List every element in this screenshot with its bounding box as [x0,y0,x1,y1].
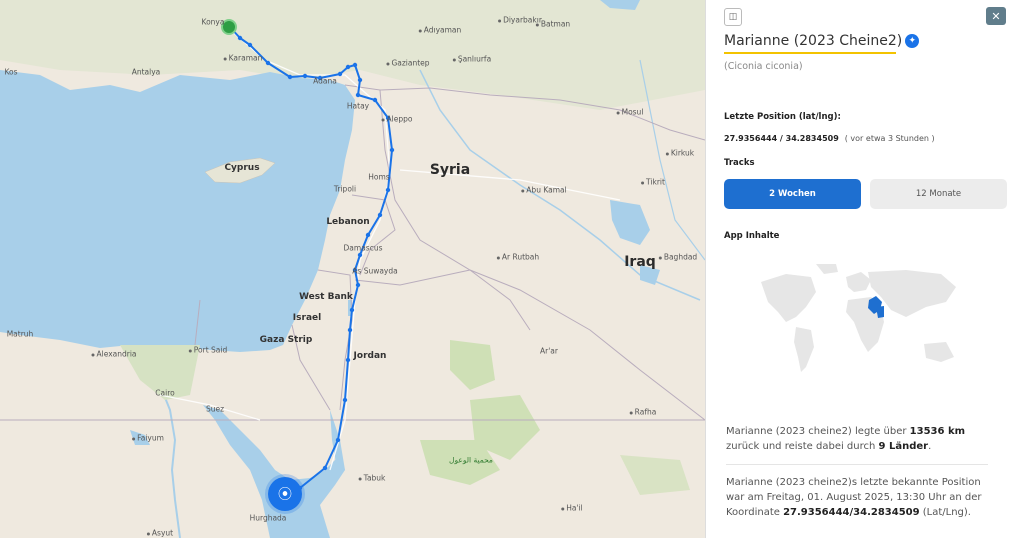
close-button[interactable]: ✕ [986,7,1006,25]
city-label: Konya [201,17,225,27]
panel-toggle-button[interactable]: ◫ [724,8,742,26]
country-label-iraq: Iraq [624,254,656,270]
country-label-lebanon: Lebanon [326,217,370,227]
city-label: Batman [536,20,570,29]
animal-title: Marianne (2023 Cheine2) ✦ [724,33,920,49]
countries-count: 9 Länder [878,441,929,452]
city-label: Matruh [6,329,34,339]
tab-2-weeks[interactable]: 2 Wochen [724,179,861,209]
summary-text: . [928,441,932,452]
last-position-value: 27.9356444 / 34.2834509 ( vor etwa 3 Stun… [724,134,935,143]
city-label: Asyut [147,529,173,538]
animal-name: Marianne (2023 Cheine2) [724,33,903,49]
summary-text: zurück und reiste dabei durch [726,441,879,452]
city-label: Ar'ar [540,346,558,356]
city-label: Kirkuk [666,149,694,158]
world-map-thumbnail [761,264,956,372]
city-label: Alexandria [91,350,136,359]
current-position-marker[interactable]: ⦿ [268,477,302,511]
summary-text: (Lat/Lng). [919,507,971,518]
coordinates-value: 27.9356444 / 34.2834509 [724,134,839,143]
last-position-label: Letzte Position (lat/lng): [724,112,841,122]
verified-icon: ✦ [905,34,920,48]
city-label: Cairo [155,388,175,398]
city-label: Karaman [224,54,263,63]
city-label: As Suwayda [352,266,398,276]
map-view[interactable]: ⦿ Syria Iraq Cyprus Lebanon Israel Jorda… [0,0,705,538]
title-underline [724,52,896,54]
city-label: Faiyum [132,434,164,443]
detail-panel: ◫ ✕ Marianne (2023 Cheine2) ✦ (Ciconia ci… [705,0,1024,538]
city-label: Adana [313,76,337,86]
city-label: Baghdad [659,253,697,262]
distance-value: 13536 km [909,426,966,437]
last-position-summary: Marianne (2023 cheine2)s letzte bekannte… [726,475,996,520]
stork-icon: ⦿ [278,487,292,503]
city-label: Port Said [189,346,227,355]
city-label: Homs [368,172,390,182]
city-label: Abu Kamal [521,186,566,195]
city-label: Kos [4,67,18,77]
country-label-west-bank: West Bank [299,292,353,302]
city-label: Damascus [343,243,383,253]
app-content-label: App Inhalte [724,231,780,241]
summary-text: Marianne (2023 cheine2) legte über [726,426,910,437]
city-label: Adıyaman [419,26,462,35]
city-label: Mosul [617,108,644,117]
city-label: Suez [205,404,225,414]
distance-summary: Marianne (2023 cheine2) legte über 13536… [726,424,996,454]
city-label: Hatay [346,101,370,111]
country-label-israel: Israel [292,313,322,323]
country-label-cyprus: Cyprus [224,163,260,173]
city-label: Aleppo [382,115,413,124]
city-label: Tabuk [359,474,386,483]
city-label: Gaziantep [386,59,429,68]
time-ago: ( vor etwa 3 Stunden ) [844,134,935,143]
city-label: Antalya [131,67,161,77]
city-label: Tikrit [641,178,665,187]
coordinate-value: 27.9356444/34.2834509 [783,507,920,518]
country-label-gaza: Gaza Strip [259,335,313,345]
city-label: Ha'il [561,504,582,513]
country-label-jordan: Jordan [353,351,387,361]
city-label: محمية الوعول [449,455,493,465]
city-label: Rafha [630,408,657,417]
divider [726,464,988,465]
city-label: Tripoli [333,184,357,194]
city-label: Ar Rutbah [497,253,539,262]
tracks-label: Tracks [724,158,755,168]
species-latin-name: (Ciconia ciconia) [724,61,803,72]
tab-12-months[interactable]: 12 Monate [870,179,1007,209]
city-label: Hurghada [249,513,287,523]
city-label: Şanlıurfa [453,55,491,64]
country-label-syria: Syria [429,162,471,178]
